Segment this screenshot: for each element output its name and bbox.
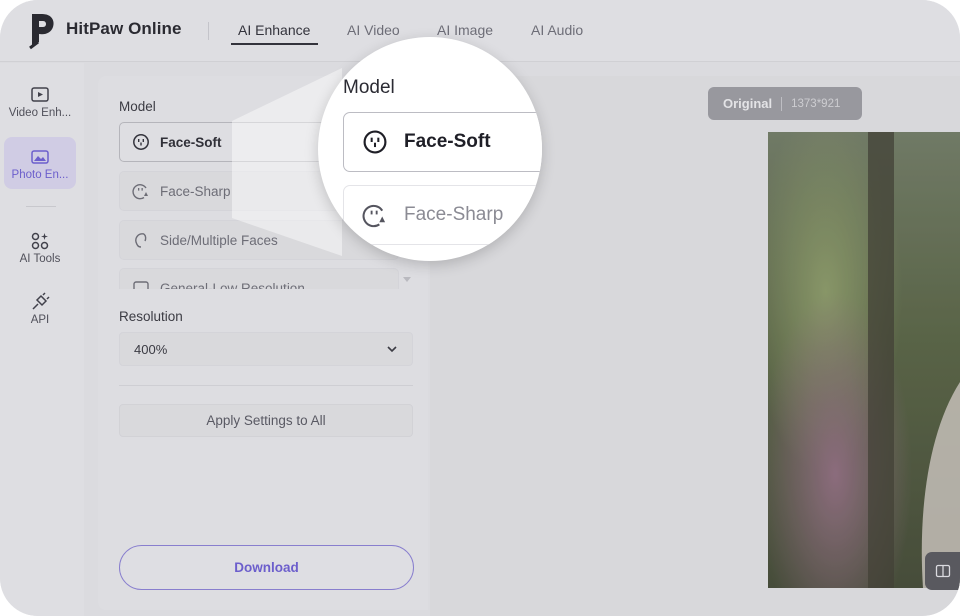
tab-ai-enhance[interactable]: AI Enhance: [238, 22, 310, 38]
face-sharp-icon: [362, 204, 386, 228]
badge-divider: [781, 96, 783, 111]
left-sidebar: Video Enh... Photo En... AI Tools API: [0, 63, 84, 616]
magnified-face-sharp-option: Face-Sharp: [343, 185, 542, 245]
magnified-face-soft-option: Face-Soft: [343, 112, 542, 172]
model-option-label: Side/Multiple Faces: [160, 232, 278, 248]
download-button[interactable]: Download: [119, 545, 414, 590]
active-tab-underline: [231, 43, 318, 45]
magnified-model-label: Model: [343, 77, 395, 98]
resolution-section-label: Resolution: [119, 309, 183, 324]
photo-enhance-icon: [31, 150, 49, 164]
model-option-label: Face-Soft: [160, 134, 222, 150]
sidebar-item-ai-tools[interactable]: AI Tools: [4, 231, 76, 265]
brand-name: HitPaw Online: [66, 19, 182, 38]
app-window: HitPaw Online AI Enhance AI Video AI Ima…: [0, 0, 960, 616]
model-option-general-low-resolution[interactable]: General-Low Resolution: [119, 268, 399, 289]
sidebar-item-label: AI Tools: [19, 253, 61, 265]
resolution-select[interactable]: 400%: [119, 332, 413, 366]
sidebar-item-api[interactable]: API: [4, 292, 76, 326]
scroll-down-icon[interactable]: [402, 276, 412, 284]
tab-ai-audio[interactable]: AI Audio: [531, 22, 583, 38]
api-plug-icon: [32, 292, 50, 310]
sidebar-item-photo-enhance[interactable]: Photo En...: [4, 137, 76, 189]
panel-divider: [119, 385, 413, 386]
sidebar-item-label: API: [30, 314, 50, 326]
magnified-option-label: Face-Sharp: [404, 204, 504, 225]
split-view-icon: [935, 564, 950, 578]
ai-tools-icon: [31, 232, 49, 250]
original-label: Original: [723, 96, 773, 111]
image-dimensions: 1373*921: [791, 97, 841, 110]
hitpaw-logo-icon: [29, 14, 54, 50]
face-soft-icon: [363, 130, 387, 154]
side-faces-icon: [135, 233, 147, 248]
face-sharp-icon: [132, 184, 148, 200]
apply-settings-button[interactable]: Apply Settings to All: [119, 404, 413, 437]
compare-toggle-button[interactable]: [925, 552, 960, 590]
hd-video-icon: [31, 87, 49, 102]
magnified-option-label: Face-Soft: [404, 131, 491, 152]
magnifier-lens: Model Face-Soft Face-Sharp: [318, 37, 542, 261]
general-icon: [133, 281, 149, 289]
chevron-down-icon: [387, 346, 397, 353]
sidebar-item-label: Video Enh...: [8, 107, 72, 119]
tab-ai-video[interactable]: AI Video: [347, 22, 400, 38]
resolution-value: 400%: [134, 341, 168, 357]
model-option-label: Face-Sharp: [160, 183, 231, 199]
original-badge: Original 1373*921: [708, 87, 862, 120]
model-option-label: General-Low Resolution: [160, 280, 305, 290]
sidebar-item-label: Photo En...: [11, 169, 69, 181]
preview-photo: [768, 132, 960, 588]
face-soft-icon: [133, 134, 149, 150]
header-divider: [208, 22, 209, 40]
tab-ai-image[interactable]: AI Image: [437, 22, 493, 38]
sidebar-item-video-enhance[interactable]: Video Enh...: [4, 85, 76, 119]
sidebar-divider: [26, 206, 56, 207]
